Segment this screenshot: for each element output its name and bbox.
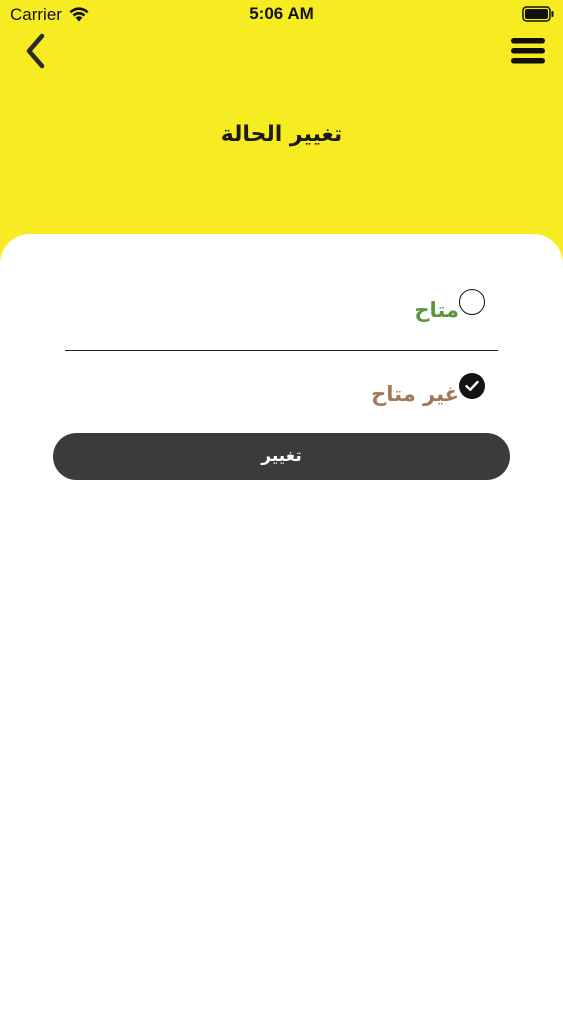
status-option-label: متاح: [414, 298, 459, 322]
back-chevron-icon[interactable]: [20, 32, 52, 70]
checkmark-icon: [465, 380, 479, 391]
change-status-button[interactable]: تغيير: [53, 433, 510, 480]
battery-icon: [522, 6, 554, 22]
content-card: [0, 234, 563, 1014]
status-option-label: غير متاح: [371, 382, 459, 406]
status-bar: Carrier 5:06 AM: [0, 0, 563, 30]
radio-checked-icon[interactable]: [459, 373, 485, 399]
hamburger-menu-icon[interactable]: [509, 36, 547, 66]
options-divider: [65, 350, 498, 351]
radio-unchecked-icon[interactable]: [459, 289, 485, 315]
status-time: 5:06 AM: [249, 4, 314, 23]
page-title: تغيير الحالة: [220, 122, 343, 147]
